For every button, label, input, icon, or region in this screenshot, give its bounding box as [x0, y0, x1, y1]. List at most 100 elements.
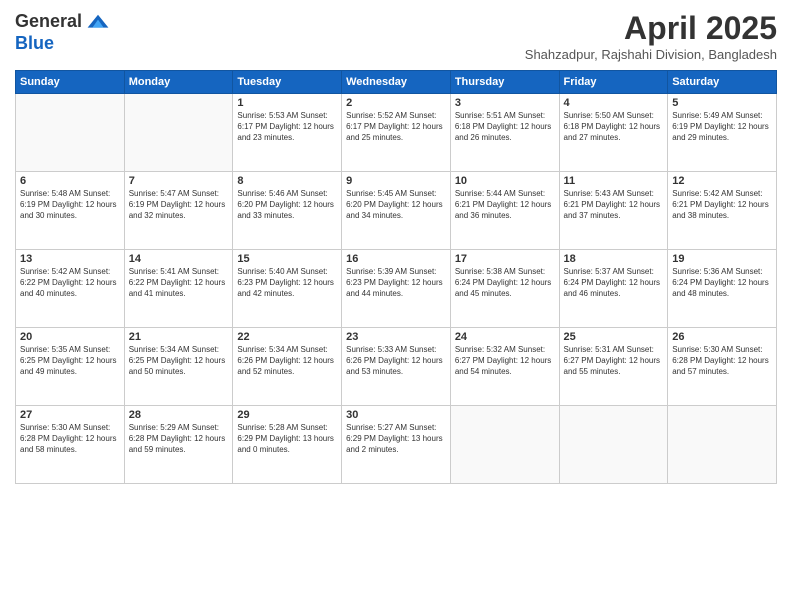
day-info: Sunrise: 5:28 AM Sunset: 6:29 PM Dayligh…	[237, 423, 337, 455]
day-info: Sunrise: 5:41 AM Sunset: 6:22 PM Dayligh…	[129, 267, 229, 299]
col-friday: Friday	[559, 71, 668, 94]
calendar-cell: 3Sunrise: 5:51 AM Sunset: 6:18 PM Daylig…	[450, 94, 559, 172]
day-number: 27	[20, 409, 120, 421]
day-number: 22	[237, 331, 337, 343]
day-number: 9	[346, 175, 446, 187]
calendar-cell: 14Sunrise: 5:41 AM Sunset: 6:22 PM Dayli…	[124, 250, 233, 328]
day-number: 18	[564, 253, 664, 265]
day-number: 29	[237, 409, 337, 421]
week-row-5: 27Sunrise: 5:30 AM Sunset: 6:28 PM Dayli…	[16, 406, 777, 484]
week-row-2: 6Sunrise: 5:48 AM Sunset: 6:19 PM Daylig…	[16, 172, 777, 250]
day-number: 28	[129, 409, 229, 421]
day-info: Sunrise: 5:38 AM Sunset: 6:24 PM Dayligh…	[455, 267, 555, 299]
week-row-1: 1 Sunrise: 5:53 AM Sunset: 6:17 PM Daylig…	[16, 94, 777, 172]
col-thursday: Thursday	[450, 71, 559, 94]
calendar-cell: 30 Sunrise: 5:27 AM Sunset: 6:29 PM Dayli…	[342, 406, 451, 484]
day-info: Sunrise: 5:30 AM Sunset: 6:28 PM Dayligh…	[672, 345, 772, 377]
day-info: Sunrise: 5:42 AM Sunset: 6:22 PM Dayligh…	[20, 267, 120, 299]
calendar-table: Sunday Monday Tuesday Wednesday Thursday…	[15, 70, 777, 484]
calendar-cell: 25 Sunrise: 5:31 AM Sunset: 6:27 PM Dayli…	[559, 328, 668, 406]
day-number: 2	[346, 97, 446, 109]
day-info: Sunrise: 5:46 AM Sunset: 6:20 PM Dayligh…	[237, 189, 337, 221]
day-info: Sunrise: 5:50 AM Sunset: 6:18 PM Dayligh…	[564, 111, 664, 143]
day-info: Sunrise: 5:33 AM Sunset: 6:26 PM Dayligh…	[346, 345, 446, 377]
col-saturday: Saturday	[668, 71, 777, 94]
day-number: 15	[237, 253, 337, 265]
day-number: 19	[672, 253, 772, 265]
day-number: 24	[455, 331, 555, 343]
day-number: 5	[672, 97, 772, 109]
day-info: Sunrise: 5:47 AM Sunset: 6:19 PM Dayligh…	[129, 189, 229, 221]
day-number: 20	[20, 331, 120, 343]
day-number: 1	[237, 97, 337, 109]
calendar-cell: 13 Sunrise: 5:42 AM Sunset: 6:22 PM Dayli…	[16, 250, 125, 328]
day-number: 10	[455, 175, 555, 187]
logo-text-general: General	[15, 12, 82, 32]
calendar-cell: 2 Sunrise: 5:52 AM Sunset: 6:17 PM Daylig…	[342, 94, 451, 172]
logo-icon	[86, 10, 110, 34]
calendar-cell	[124, 94, 233, 172]
calendar-title: April 2025	[525, 10, 777, 47]
day-info: Sunrise: 5:45 AM Sunset: 6:20 PM Dayligh…	[346, 189, 446, 221]
calendar-cell	[668, 406, 777, 484]
col-tuesday: Tuesday	[233, 71, 342, 94]
day-number: 8	[237, 175, 337, 187]
calendar-cell: 26 Sunrise: 5:30 AM Sunset: 6:28 PM Dayli…	[668, 328, 777, 406]
header-row: Sunday Monday Tuesday Wednesday Thursday…	[16, 71, 777, 94]
day-info: Sunrise: 5:44 AM Sunset: 6:21 PM Dayligh…	[455, 189, 555, 221]
day-number: 16	[346, 253, 446, 265]
day-number: 6	[20, 175, 120, 187]
day-number: 11	[564, 175, 664, 187]
calendar-cell: 27Sunrise: 5:30 AM Sunset: 6:28 PM Dayli…	[16, 406, 125, 484]
week-row-4: 20Sunrise: 5:35 AM Sunset: 6:25 PM Dayli…	[16, 328, 777, 406]
calendar-cell	[559, 406, 668, 484]
header: General Blue April 2025 Shahzadpur, Rajs…	[15, 10, 777, 62]
day-number: 4	[564, 97, 664, 109]
day-info: Sunrise: 5:27 AM Sunset: 6:29 PM Dayligh…	[346, 423, 446, 455]
day-info: Sunrise: 5:37 AM Sunset: 6:24 PM Dayligh…	[564, 267, 664, 299]
day-info: Sunrise: 5:49 AM Sunset: 6:19 PM Dayligh…	[672, 111, 772, 143]
day-info: Sunrise: 5:52 AM Sunset: 6:17 PM Dayligh…	[346, 111, 446, 143]
title-block: April 2025 Shahzadpur, Rajshahi Division…	[525, 10, 777, 62]
calendar-cell: 11Sunrise: 5:43 AM Sunset: 6:21 PM Dayli…	[559, 172, 668, 250]
calendar-cell: 15Sunrise: 5:40 AM Sunset: 6:23 PM Dayli…	[233, 250, 342, 328]
day-number: 30	[346, 409, 446, 421]
logo: General Blue	[15, 10, 110, 54]
calendar-cell: 5 Sunrise: 5:49 AM Sunset: 6:19 PM Daylig…	[668, 94, 777, 172]
day-info: Sunrise: 5:29 AM Sunset: 6:28 PM Dayligh…	[129, 423, 229, 455]
calendar-cell: 7 Sunrise: 5:47 AM Sunset: 6:19 PM Daylig…	[124, 172, 233, 250]
day-info: Sunrise: 5:34 AM Sunset: 6:26 PM Dayligh…	[237, 345, 337, 377]
day-number: 7	[129, 175, 229, 187]
calendar-cell: 24Sunrise: 5:32 AM Sunset: 6:27 PM Dayli…	[450, 328, 559, 406]
col-sunday: Sunday	[16, 71, 125, 94]
day-info: Sunrise: 5:36 AM Sunset: 6:24 PM Dayligh…	[672, 267, 772, 299]
calendar-cell: 19 Sunrise: 5:36 AM Sunset: 6:24 PM Dayli…	[668, 250, 777, 328]
col-monday: Monday	[124, 71, 233, 94]
day-number: 13	[20, 253, 120, 265]
calendar-cell: 16 Sunrise: 5:39 AM Sunset: 6:23 PM Dayli…	[342, 250, 451, 328]
calendar-cell: 6Sunrise: 5:48 AM Sunset: 6:19 PM Daylig…	[16, 172, 125, 250]
day-info: Sunrise: 5:42 AM Sunset: 6:21 PM Dayligh…	[672, 189, 772, 221]
calendar-cell: 23 Sunrise: 5:33 AM Sunset: 6:26 PM Dayli…	[342, 328, 451, 406]
calendar-cell	[450, 406, 559, 484]
calendar-cell: 1 Sunrise: 5:53 AM Sunset: 6:17 PM Daylig…	[233, 94, 342, 172]
calendar-subtitle: Shahzadpur, Rajshahi Division, Banglades…	[525, 47, 777, 62]
calendar-cell: 10 Sunrise: 5:44 AM Sunset: 6:21 PM Dayli…	[450, 172, 559, 250]
day-number: 26	[672, 331, 772, 343]
calendar-cell: 18 Sunrise: 5:37 AM Sunset: 6:24 PM Dayli…	[559, 250, 668, 328]
day-info: Sunrise: 5:53 AM Sunset: 6:17 PM Dayligh…	[237, 111, 337, 143]
calendar-cell: 29 Sunrise: 5:28 AM Sunset: 6:29 PM Dayli…	[233, 406, 342, 484]
day-info: Sunrise: 5:51 AM Sunset: 6:18 PM Dayligh…	[455, 111, 555, 143]
calendar-cell: 20Sunrise: 5:35 AM Sunset: 6:25 PM Dayli…	[16, 328, 125, 406]
col-wednesday: Wednesday	[342, 71, 451, 94]
calendar-cell: 28 Sunrise: 5:29 AM Sunset: 6:28 PM Dayli…	[124, 406, 233, 484]
day-number: 12	[672, 175, 772, 187]
day-number: 23	[346, 331, 446, 343]
day-number: 25	[564, 331, 664, 343]
calendar-cell: 21Sunrise: 5:34 AM Sunset: 6:25 PM Dayli…	[124, 328, 233, 406]
day-info: Sunrise: 5:39 AM Sunset: 6:23 PM Dayligh…	[346, 267, 446, 299]
day-info: Sunrise: 5:31 AM Sunset: 6:27 PM Dayligh…	[564, 345, 664, 377]
calendar-cell: 8 Sunrise: 5:46 AM Sunset: 6:20 PM Daylig…	[233, 172, 342, 250]
day-number: 21	[129, 331, 229, 343]
calendar-cell: 22 Sunrise: 5:34 AM Sunset: 6:26 PM Dayli…	[233, 328, 342, 406]
